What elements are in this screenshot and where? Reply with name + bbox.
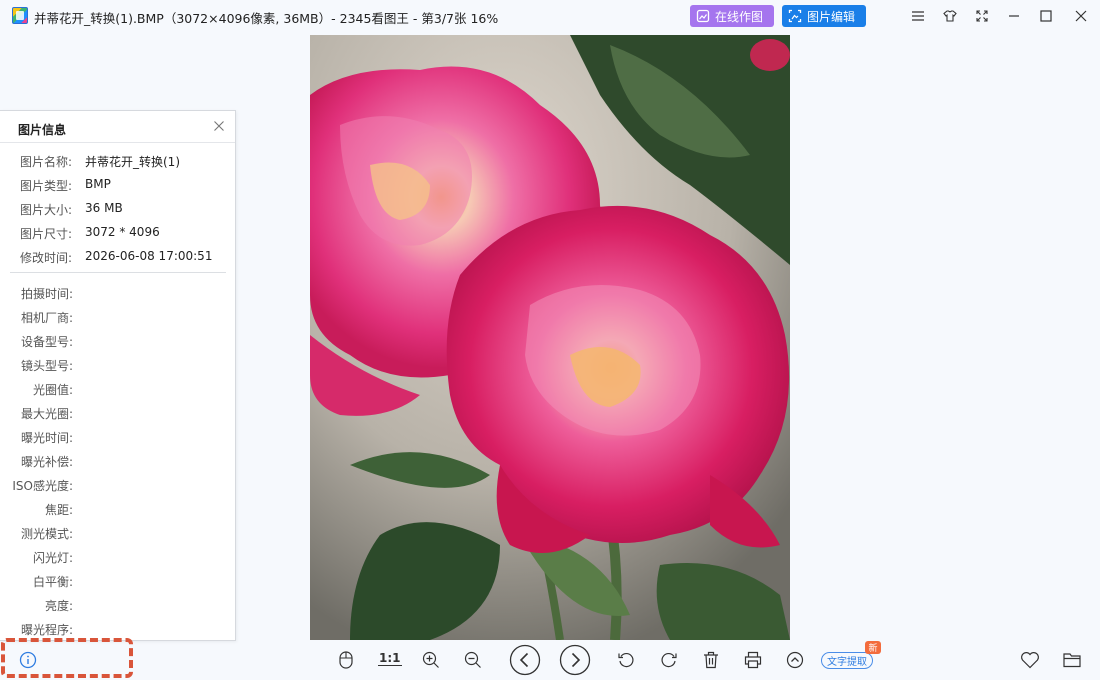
close-icon[interactable] xyxy=(1071,6,1091,26)
actual-size-button[interactable]: 1:1 xyxy=(378,651,402,666)
info-row-name: 图片名称: 并蒂花开_转换(1) xyxy=(0,153,236,173)
exif-label-camera-maker: 相机厂商: xyxy=(20,311,73,325)
exif-label-shoot-time: 拍摄时间: xyxy=(20,287,73,301)
online-draw-label: 在线作图 xyxy=(715,9,764,24)
info-row-modified: 修改时间: 2026-06-08 17:00:51 xyxy=(0,249,236,269)
zoom-out-icon[interactable] xyxy=(462,649,484,671)
info-label: 图片名称: xyxy=(20,155,73,169)
main-image[interactable] xyxy=(310,35,790,640)
more-tools-icon[interactable] xyxy=(784,649,806,671)
text-extract-button[interactable]: 文字提取 xyxy=(821,652,873,669)
fullscreen-icon[interactable] xyxy=(972,6,992,26)
info-value: BMP xyxy=(85,177,111,191)
rotate-right-icon[interactable] xyxy=(658,649,680,671)
info-label: 图片尺寸: xyxy=(20,227,73,241)
open-folder-icon[interactable] xyxy=(1061,649,1083,671)
info-value: 2026-06-08 17:00:51 xyxy=(85,249,213,263)
app-logo-icon xyxy=(12,7,28,24)
exif-label-white-balance: 白平衡: xyxy=(32,575,73,589)
exif-label-flash: 闪光灯: xyxy=(32,551,73,565)
exif-label-brightness: 亮度: xyxy=(44,599,73,613)
image-edit-label: 图片编辑 xyxy=(807,9,856,24)
mouse-mode-icon[interactable] xyxy=(335,649,357,671)
zoom-in-icon[interactable] xyxy=(420,649,442,671)
favorite-icon[interactable] xyxy=(1019,649,1041,671)
minimize-icon[interactable] xyxy=(1004,6,1024,26)
info-row-dimensions: 图片尺寸: 3072 * 4096 xyxy=(0,225,236,245)
info-label: 修改时间: xyxy=(20,251,73,265)
info-value: 3072 * 4096 xyxy=(85,225,160,239)
delete-icon[interactable] xyxy=(700,649,722,671)
skin-icon[interactable] xyxy=(940,6,960,26)
previous-image-button[interactable] xyxy=(509,644,541,676)
panel-close-icon[interactable] xyxy=(213,120,225,132)
image-draw-icon xyxy=(696,9,710,23)
panel-title: 图片信息 xyxy=(18,123,67,137)
info-row-type: 图片类型: BMP xyxy=(0,177,236,197)
window-title: 并蒂花开_转换(1).BMP（3072×4096像素, 36MB）- 2345看… xyxy=(34,11,499,26)
next-image-button[interactable] xyxy=(559,644,591,676)
image-edit-icon xyxy=(788,9,802,23)
online-draw-button[interactable]: 在线作图 xyxy=(690,5,774,27)
exif-label-aperture: 光圈值: xyxy=(32,383,73,397)
exif-label-exposure-time: 曝光时间: xyxy=(20,431,73,445)
exif-label-exposure-comp: 曝光补偿: xyxy=(20,455,73,469)
panel-divider xyxy=(10,272,226,273)
title-bar: 并蒂花开_转换(1).BMP（3072×4096像素, 36MB）- 2345看… xyxy=(0,0,1100,32)
new-badge: 新 xyxy=(865,641,881,654)
bottom-toolbar: 1:1 文字提取 新 xyxy=(0,640,1100,680)
exif-label-device-model: 设备型号: xyxy=(20,335,73,349)
info-row-size: 图片大小: 36 MB xyxy=(0,201,236,221)
menu-icon[interactable] xyxy=(908,6,928,26)
info-label: 图片类型: xyxy=(20,179,73,193)
info-value: 并蒂花开_转换(1) xyxy=(85,155,180,169)
exif-label-iso: ISO感光度: xyxy=(12,479,73,493)
rotate-left-icon[interactable] xyxy=(615,649,637,671)
exif-label-focal-length: 焦距: xyxy=(44,503,73,517)
maximize-icon[interactable] xyxy=(1036,6,1056,26)
exif-label-exposure-program: 曝光程序: xyxy=(20,623,73,637)
print-icon[interactable] xyxy=(742,649,764,671)
panel-header: 图片信息 xyxy=(0,111,235,143)
exif-label-metering-mode: 测光模式: xyxy=(20,527,73,541)
info-value: 36 MB xyxy=(85,201,123,215)
info-label: 图片大小: xyxy=(20,203,73,217)
exif-label-max-aperture: 最大光圈: xyxy=(20,407,73,421)
highlight-frame xyxy=(1,638,133,678)
exif-label-lens-model: 镜头型号: xyxy=(20,359,73,373)
image-info-panel: 图片信息 图片名称: 并蒂花开_转换(1) 图片类型: BMP 图片大小: 36… xyxy=(0,110,236,641)
image-edit-button[interactable]: 图片编辑 xyxy=(782,5,866,27)
